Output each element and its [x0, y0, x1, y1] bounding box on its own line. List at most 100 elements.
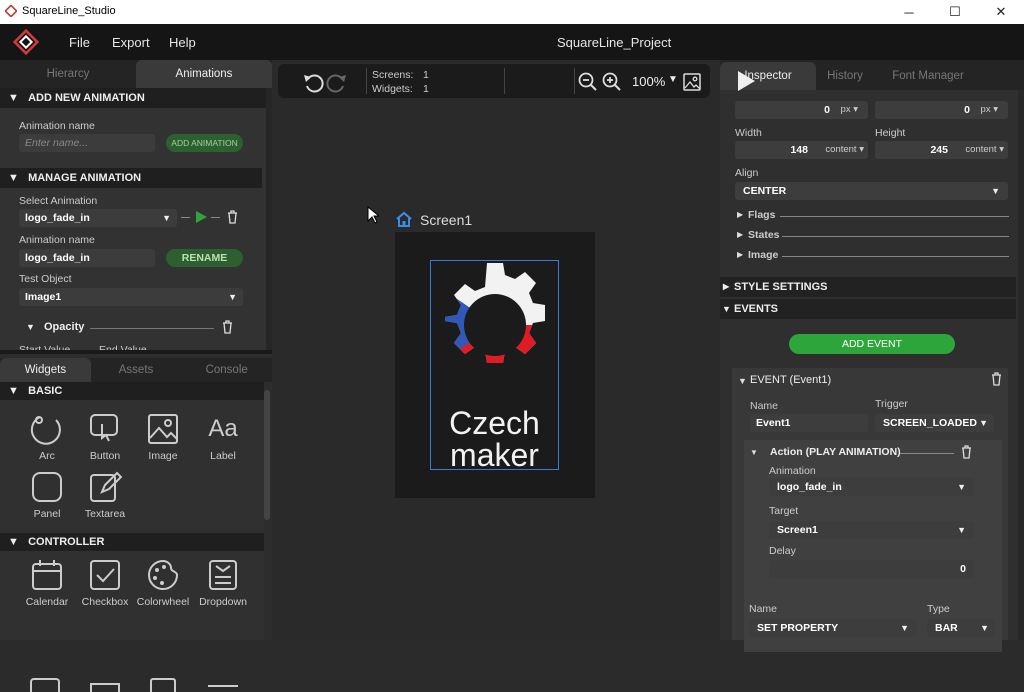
menu-file[interactable]: File: [69, 35, 90, 50]
trigger-label: Trigger: [875, 398, 908, 410]
events-header[interactable]: ▼ EVENTS: [720, 299, 1016, 319]
trigger-dropdown[interactable]: SCREEN_LOADED ▼: [875, 414, 994, 432]
width-label: Width: [735, 127, 762, 139]
chevron-down-icon[interactable]: ▼: [668, 74, 678, 85]
trash-icon[interactable]: [226, 210, 239, 224]
tab-assets[interactable]: Assets: [91, 358, 182, 382]
basic-header[interactable]: ▼ BASIC: [0, 382, 264, 400]
trash-icon[interactable]: [960, 445, 973, 459]
x-input[interactable]: 0 px ▾: [735, 101, 868, 119]
collapse-caret-icon: ▼: [8, 172, 19, 184]
trash-icon[interactable]: [990, 372, 1003, 386]
image-preview-icon[interactable]: [683, 73, 701, 91]
style-settings-header[interactable]: ▶ STYLE SETTINGS: [720, 277, 1016, 297]
widget-calendar[interactable]: Calendar: [19, 558, 75, 608]
scrollbar[interactable]: [264, 390, 270, 520]
event-card: ▼ EVENT (Event1) Name Trigger Event1 SCR…: [732, 368, 1008, 652]
close-button[interactable]: ✕: [978, 0, 1024, 24]
collapse-caret-icon: ▼: [722, 304, 731, 314]
opacity-collapse-icon[interactable]: ▼: [26, 322, 35, 332]
divider: [504, 68, 505, 94]
align-dropdown[interactable]: CENTER ▼: [735, 182, 1008, 200]
tab-console[interactable]: Console: [181, 358, 272, 382]
play-icon[interactable]: [194, 210, 208, 224]
scrollbar[interactable]: [1018, 90, 1024, 640]
selected-image-widget[interactable]: Czech maker: [430, 260, 559, 471]
y-input[interactable]: 0 px ▾: [875, 101, 1008, 119]
widget-checkbox[interactable]: Checkbox: [77, 558, 133, 608]
widget-dropdown[interactable]: Dropdown: [195, 558, 251, 608]
window-title: SquareLine_Studio: [22, 5, 116, 17]
states-section[interactable]: States: [748, 229, 780, 241]
type-dropdown[interactable]: BAR ▼: [927, 619, 995, 637]
widget-panel[interactable]: Panel: [19, 470, 75, 520]
zoom-in-icon[interactable]: [602, 72, 622, 92]
undo-icon[interactable]: [302, 71, 324, 93]
list-widget-icon[interactable]: [150, 678, 176, 692]
menu-export[interactable]: Export: [112, 35, 150, 50]
new-animation-name-input[interactable]: Enter name...: [19, 134, 155, 152]
tab-hierarcy[interactable]: Hierarcy: [0, 60, 136, 88]
event-name-label: Name: [750, 400, 779, 412]
minimize-button[interactable]: ─: [886, 0, 932, 24]
manage-animation-header[interactable]: ▼ MANAGE ANIMATION: [0, 168, 262, 188]
panel-splitter[interactable]: [0, 350, 272, 354]
target-dropdown[interactable]: Screen1 ▼: [769, 521, 974, 539]
add-animation-header[interactable]: ▼ ADD NEW ANIMATION: [0, 88, 266, 108]
controller-header[interactable]: ▼ CONTROLLER: [0, 533, 264, 551]
height-unit: content ▾: [965, 144, 1004, 155]
widget-colorwheel[interactable]: Colorwheel: [135, 558, 191, 608]
widget-arc[interactable]: Arc: [19, 412, 75, 462]
squareline-logo-icon: [12, 28, 40, 56]
x-unit-label: px: [840, 104, 851, 115]
zoom-level[interactable]: 100%: [632, 74, 665, 89]
widget-textarea-label: Textarea: [84, 508, 126, 520]
image-section[interactable]: Image: [748, 249, 778, 261]
tab-animations[interactable]: Animations: [136, 60, 272, 88]
add-event-button[interactable]: ADD EVENT: [789, 334, 955, 354]
canvas-toolbar: Screens: 1 Widgets: 1 100% ▼: [278, 64, 710, 98]
animation-label: Animation: [769, 465, 816, 477]
flags-section[interactable]: Flags: [748, 209, 775, 221]
menu-help[interactable]: Help: [169, 35, 196, 50]
event-name-input[interactable]: Event1: [750, 414, 868, 432]
expand-caret-icon[interactable]: ▶: [737, 230, 743, 239]
slider-widget-icon[interactable]: [208, 685, 238, 687]
menu-bar: File Export Help SquareLine_Project: [0, 24, 1024, 60]
widget-button[interactable]: Button: [77, 412, 133, 462]
width-input[interactable]: 148 content ▾: [735, 141, 868, 159]
play-preview-icon[interactable]: [736, 70, 756, 92]
screen-name-label[interactable]: Screen1: [420, 212, 472, 228]
tab-inspector[interactable]: Inspector: [720, 62, 816, 90]
maximize-button[interactable]: ☐: [932, 0, 978, 24]
widget-panel-label: Panel: [33, 508, 61, 520]
collapse-caret-icon[interactable]: ▼: [738, 376, 747, 386]
animation-dropdown[interactable]: logo_fade_in ▼: [769, 478, 974, 496]
trash-icon[interactable]: [221, 320, 234, 334]
tab-widgets[interactable]: Widgets: [0, 358, 91, 382]
tab-history[interactable]: History: [816, 62, 874, 90]
zoom-out-icon[interactable]: [578, 72, 598, 92]
widget-label[interactable]: Aa Label: [195, 412, 251, 462]
test-object-dropdown[interactable]: Image1 ▼: [19, 288, 243, 306]
left-top-tabs: Hierarcy Animations: [0, 60, 272, 88]
set-property-dropdown[interactable]: SET PROPERTY ▼: [749, 619, 917, 637]
chart-widget-icon[interactable]: [30, 678, 60, 692]
widget-arc-label: Arc: [39, 450, 55, 462]
delay-input[interactable]: 0: [769, 560, 974, 578]
expand-caret-icon[interactable]: ▶: [737, 210, 743, 219]
screens-count-label: Screens:: [372, 69, 414, 81]
widget-image[interactable]: Image: [135, 412, 191, 462]
expand-caret-icon[interactable]: ▶: [737, 250, 743, 259]
collapse-caret-icon[interactable]: ▼: [750, 448, 758, 457]
select-animation-dropdown[interactable]: logo_fade_in ▼: [19, 209, 177, 227]
height-input[interactable]: 245 content ▾: [875, 141, 1008, 159]
widget-textarea[interactable]: Textarea: [77, 470, 133, 520]
keyboard-widget-icon[interactable]: [90, 683, 120, 692]
add-animation-button[interactable]: ADD ANIMATION: [166, 134, 243, 152]
action-title: Action (PLAY ANIMATION): [770, 446, 901, 458]
redo-icon[interactable]: [326, 71, 348, 93]
tab-font-manager[interactable]: Font Manager: [880, 62, 976, 90]
rename-button[interactable]: RENAME: [166, 249, 243, 267]
animation-name-input[interactable]: logo_fade_in: [19, 249, 155, 267]
